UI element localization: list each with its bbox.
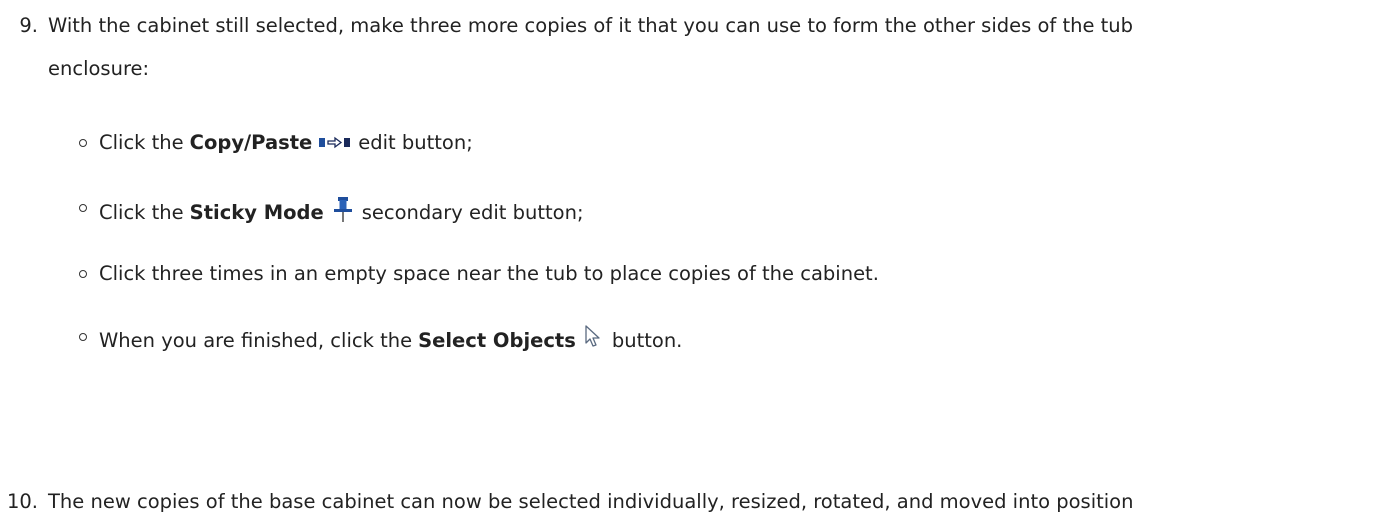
substep-prefix: Click the — [99, 200, 184, 224]
substep-sticky-mode: Click the Sticky Mode secondary edit but… — [99, 195, 584, 230]
substep-select-objects: When you are finished, click the Select … — [99, 324, 682, 357]
step-10-text-line-1: The new copies of the base cabinet can n… — [48, 490, 1134, 513]
step-9-text-line-2: enclosure: — [48, 57, 150, 80]
substep-place-copies: Click three times in an empty space near… — [99, 261, 879, 287]
select-objects-arrow-icon — [582, 324, 606, 357]
sticky-mode-label: Sticky Mode — [189, 200, 324, 224]
copy-paste-label: Copy/Paste — [189, 131, 313, 154]
substep-suffix: button. — [611, 328, 683, 352]
list-bullet — [79, 333, 87, 341]
step-9-text-line-1: With the cabinet still selected, make th… — [48, 14, 1134, 37]
substep-copy-paste: Click the Copy/Paste edit button; — [99, 130, 473, 156]
sticky-mode-pin-icon — [330, 195, 356, 230]
step-10-number: 10. — [6, 490, 38, 513]
substep-suffix: edit button; — [358, 131, 473, 154]
select-objects-label: Select Objects — [418, 328, 576, 352]
substep-prefix: When you are finished, click the — [99, 328, 413, 352]
list-bullet — [79, 139, 87, 147]
step-9-number: 9. — [19, 14, 38, 37]
substep-text: Click three times in an empty space near… — [99, 262, 879, 285]
list-bullet — [79, 204, 87, 212]
copy-paste-icon — [318, 130, 352, 156]
list-bullet — [79, 270, 87, 278]
substep-prefix: Click the — [99, 131, 184, 154]
substep-suffix: secondary edit button; — [361, 200, 584, 224]
